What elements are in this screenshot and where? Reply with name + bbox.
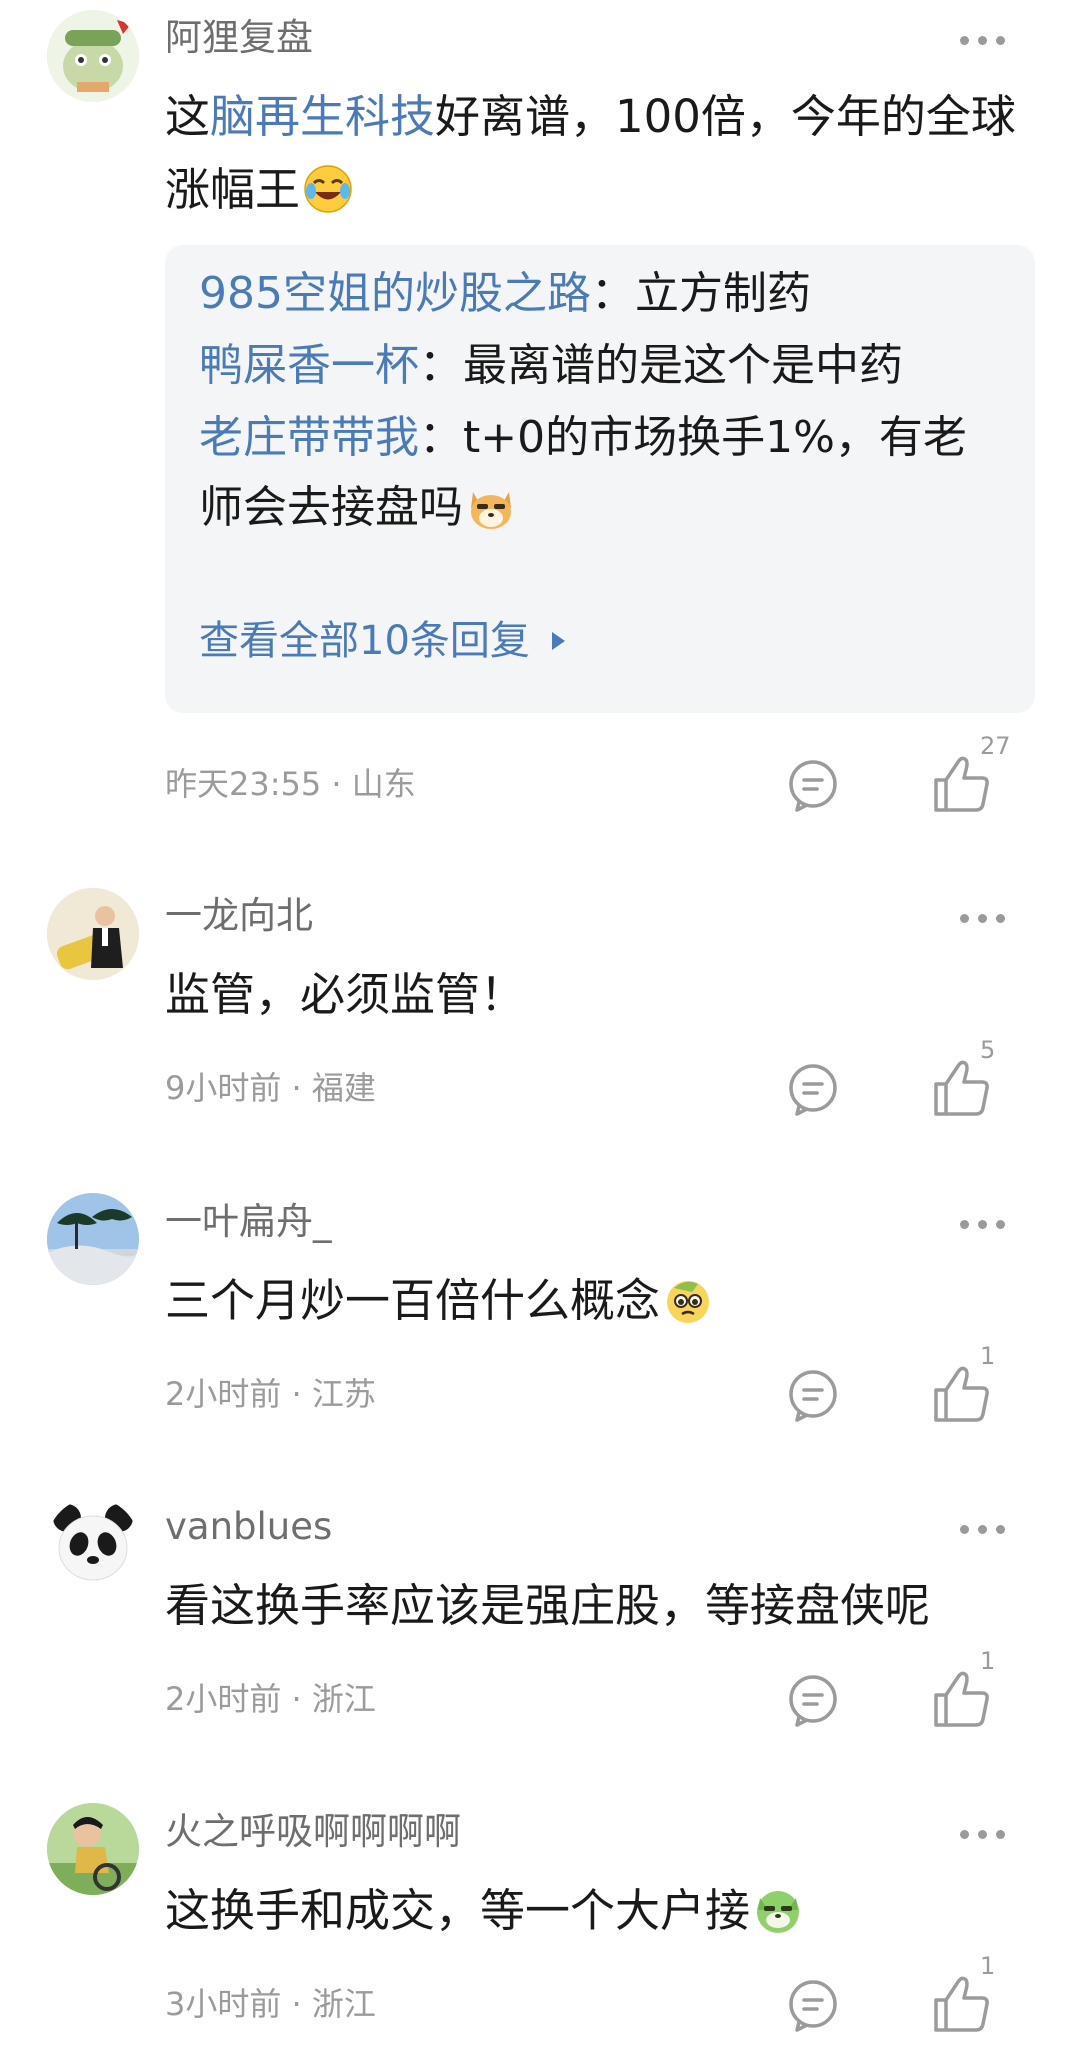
comment-time: 9小时前 xyxy=(165,1069,282,1107)
laugh-cry-emoji xyxy=(302,163,354,215)
reply-item: 鸭屎香一杯：最离谱的是这个是中药 xyxy=(199,331,999,401)
like-count: 1 xyxy=(980,1342,996,1370)
comment-meta: 2小时前 · 浙江 xyxy=(165,1677,376,1721)
username[interactable]: vanblues xyxy=(165,1503,332,1551)
like-count: 1 xyxy=(980,1647,996,1675)
doge-emoji xyxy=(465,480,517,532)
avatar[interactable] xyxy=(47,1193,139,1285)
comment-time: 昨天23:55 xyxy=(165,765,322,803)
replies-preview[interactable]: 985空姐的炒股之路：立方制药 鸭屎香一杯：最离谱的是这个是中药 老庄带带我：t… xyxy=(165,245,1035,713)
username[interactable]: 火之呼吸啊啊啊啊 xyxy=(165,1808,461,1856)
reply-icon[interactable] xyxy=(785,1366,841,1422)
username[interactable]: 一龙向北 xyxy=(165,892,313,940)
reply-icon[interactable] xyxy=(785,1060,841,1116)
comment-meta: 2小时前 · 江苏 xyxy=(165,1372,376,1416)
comment-meta: 昨天23:55 · 山东 xyxy=(165,762,416,806)
meta-separator: · xyxy=(321,765,352,803)
stock-link[interactable]: 脑再生科技 xyxy=(210,90,435,143)
comment-time: 2小时前 xyxy=(165,1375,282,1413)
more-options-icon[interactable] xyxy=(960,1519,1020,1539)
like-count: 1 xyxy=(980,1952,996,1980)
comment-location: 福建 xyxy=(311,1069,376,1107)
more-options-icon[interactable] xyxy=(960,908,1020,928)
reply-item: 老庄带带我：t+0的市场换手1%，有老师会去接盘吗 xyxy=(199,403,999,543)
comment-text: 这脑再生科技好离谱，100倍，今年的全球涨幅王 xyxy=(165,80,1045,226)
avatar[interactable] xyxy=(47,888,139,980)
comment-text: 这换手和成交，等一个大户接 xyxy=(165,1874,1045,1947)
username[interactable]: 一叶扁舟_ xyxy=(165,1198,332,1246)
avatar[interactable] xyxy=(47,1803,139,1895)
comment-text: 监管，必须监管！ xyxy=(165,968,526,1021)
comment-location: 江苏 xyxy=(311,1375,376,1413)
view-all-label: 查看全部10条回复 xyxy=(199,618,530,664)
reply-separator: ： xyxy=(419,340,463,391)
comment-time: 2小时前 xyxy=(165,1680,282,1718)
reply-icon[interactable] xyxy=(785,1976,841,2032)
reply-text: 最离谱的是这个是中药 xyxy=(463,340,903,391)
comment-text: 三个月炒一百倍什么概念 xyxy=(165,1264,1045,1337)
comment-time: 3小时前 xyxy=(165,1985,282,2023)
comment-text: 看这换手率应该是强庄股，等接盘侠呢 xyxy=(165,1579,931,1632)
comment-location: 浙江 xyxy=(311,1680,376,1718)
reply-separator: ： xyxy=(590,268,635,319)
avatar[interactable] xyxy=(47,1498,139,1590)
comment-text-body: 这换手和成交，等一个大户接 xyxy=(165,1884,751,1937)
view-all-replies-link[interactable]: 查看全部10条回复 xyxy=(199,613,565,669)
comment-text-prefix: 这 xyxy=(165,90,211,143)
comment-meta: 3小时前 · 浙江 xyxy=(165,1982,376,2026)
meta-separator: · xyxy=(281,1375,312,1413)
reply-icon[interactable] xyxy=(785,756,841,812)
reply-text: 立方制药 xyxy=(634,268,811,319)
green-doge-emoji xyxy=(752,1884,804,1936)
reply-item: 985空姐的炒股之路：立方制药 xyxy=(199,259,999,329)
reply-icon[interactable] xyxy=(785,1671,841,1727)
more-options-icon[interactable] xyxy=(960,1214,1020,1234)
more-options-icon[interactable] xyxy=(960,1824,1020,1844)
caret-right-icon xyxy=(551,632,565,650)
reply-separator: ： xyxy=(419,412,463,463)
like-count: 27 xyxy=(980,732,1011,760)
avatar[interactable] xyxy=(47,10,139,102)
meta-separator: · xyxy=(281,1680,312,1718)
more-options-icon[interactable] xyxy=(960,30,1020,50)
meta-separator: · xyxy=(281,1069,312,1107)
meta-separator: · xyxy=(281,1985,312,2023)
comment-meta: 9小时前 · 福建 xyxy=(165,1066,376,1110)
pleading-emoji xyxy=(662,1274,714,1326)
reply-username[interactable]: 老庄带带我 xyxy=(199,412,419,463)
comment-location: 山东 xyxy=(351,765,416,803)
reply-username[interactable]: 鸭屎香一杯 xyxy=(199,340,419,391)
comment-text-body: 三个月炒一百倍什么概念 xyxy=(165,1274,661,1327)
like-count: 5 xyxy=(980,1036,996,1064)
reply-username[interactable]: 985空姐的炒股之路 xyxy=(199,268,591,319)
username[interactable]: 阿狸复盘 xyxy=(165,14,313,62)
comment-location: 浙江 xyxy=(311,1985,376,2023)
